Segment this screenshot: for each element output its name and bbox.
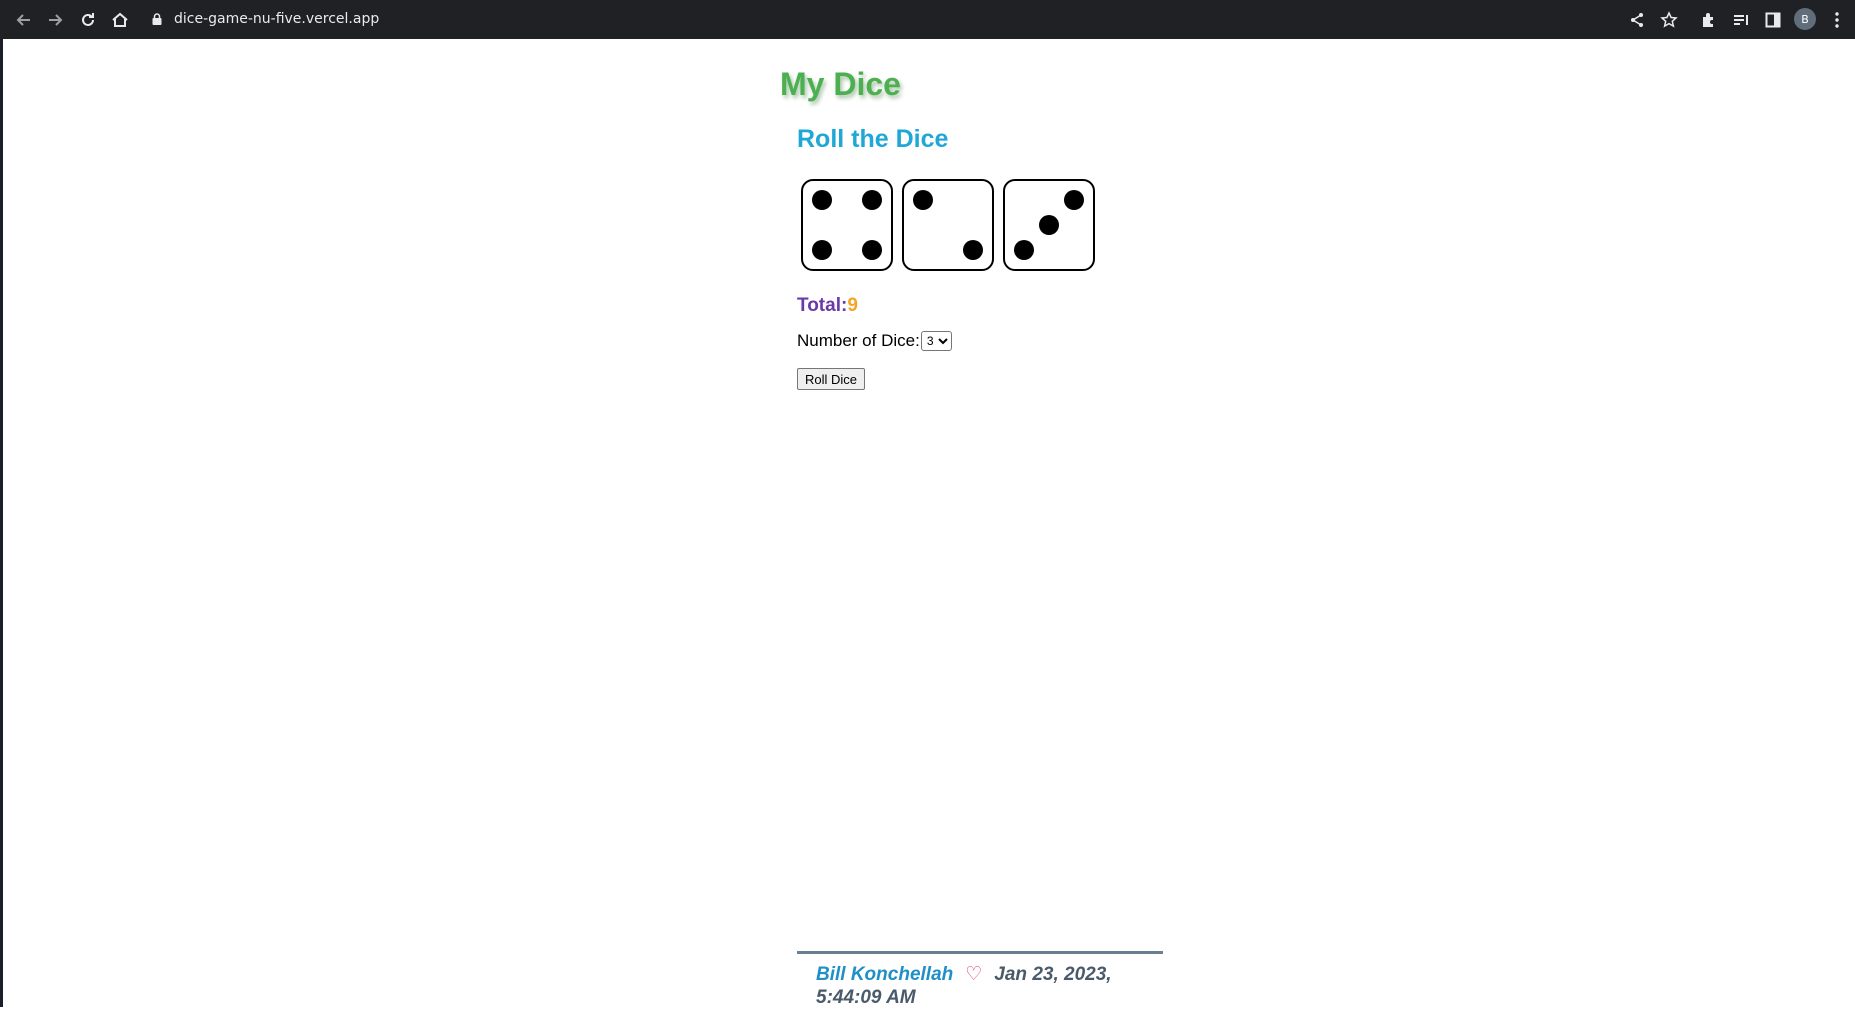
share-icon (1631, 13, 1643, 27)
footer-divider (797, 951, 1163, 954)
side-panel-icon (1765, 12, 1781, 28)
footer: Bill Konchellah ♡ Jan 23, 2023, 5:44:09 AM (816, 963, 1156, 1009)
arrow-left-icon (16, 14, 30, 26)
heart-icon: ♡ (965, 964, 983, 985)
reading-list-icon (1734, 15, 1748, 25)
profile-avatar[interactable]: B (1794, 8, 1816, 30)
window-edge (0, 39, 3, 1007)
star-icon (1660, 11, 1678, 28)
browser-toolbar: dice-game-nu-five.vercel.app B (0, 0, 1855, 39)
reading-list-button[interactable] (1727, 6, 1755, 34)
bookmark-button[interactable] (1655, 6, 1683, 34)
address-bar[interactable]: dice-game-nu-five.vercel.app (150, 4, 1610, 34)
total-label: Total: (797, 295, 848, 316)
side-panel-button[interactable] (1759, 6, 1787, 34)
home-icon (112, 12, 128, 27)
footer-date-line1: Jan 23, 2023, (994, 964, 1112, 985)
dice-row (801, 179, 1095, 271)
die-pip (861, 190, 882, 211)
die-pip (1039, 215, 1059, 235)
die-2 (902, 179, 994, 271)
footer-author: Bill Konchellah (816, 964, 954, 985)
num-dice-label: Number of Dice: (797, 331, 920, 350)
reload-button[interactable] (74, 6, 102, 34)
arrow-right-icon (49, 14, 63, 26)
die-1 (801, 179, 893, 271)
die-pip (1014, 239, 1035, 260)
total-value: 9 (847, 295, 858, 316)
page-subtitle: Roll the Dice (797, 125, 949, 153)
die-pip (1063, 190, 1084, 211)
extensions-button[interactable] (1695, 6, 1723, 34)
roll-dice-button[interactable]: Roll Dice (797, 368, 866, 390)
die-pip (962, 239, 983, 260)
die-3 (1003, 179, 1095, 271)
lock-icon (152, 13, 162, 25)
die-pip (812, 190, 833, 211)
footer-date-line2: 5:44:09 AM (816, 987, 916, 1008)
kebab-menu-icon (1835, 12, 1839, 28)
forward-button[interactable] (41, 6, 69, 34)
reload-icon (82, 13, 94, 26)
die-pip (812, 239, 833, 260)
back-button[interactable] (10, 6, 38, 34)
browser-menu-button[interactable] (1823, 6, 1851, 34)
puzzle-icon (1703, 13, 1713, 27)
die-pip (861, 239, 882, 260)
num-dice-row: Number of Dice: 3 (797, 331, 952, 351)
die-pip (913, 190, 934, 211)
total-display: Total:9 (797, 295, 858, 317)
num-dice-select[interactable]: 3 (920, 331, 952, 351)
share-button[interactable] (1623, 6, 1651, 34)
url-text: dice-game-nu-five.vercel.app (174, 11, 380, 27)
home-button[interactable] (106, 6, 134, 34)
page-title: My Dice (780, 66, 901, 102)
